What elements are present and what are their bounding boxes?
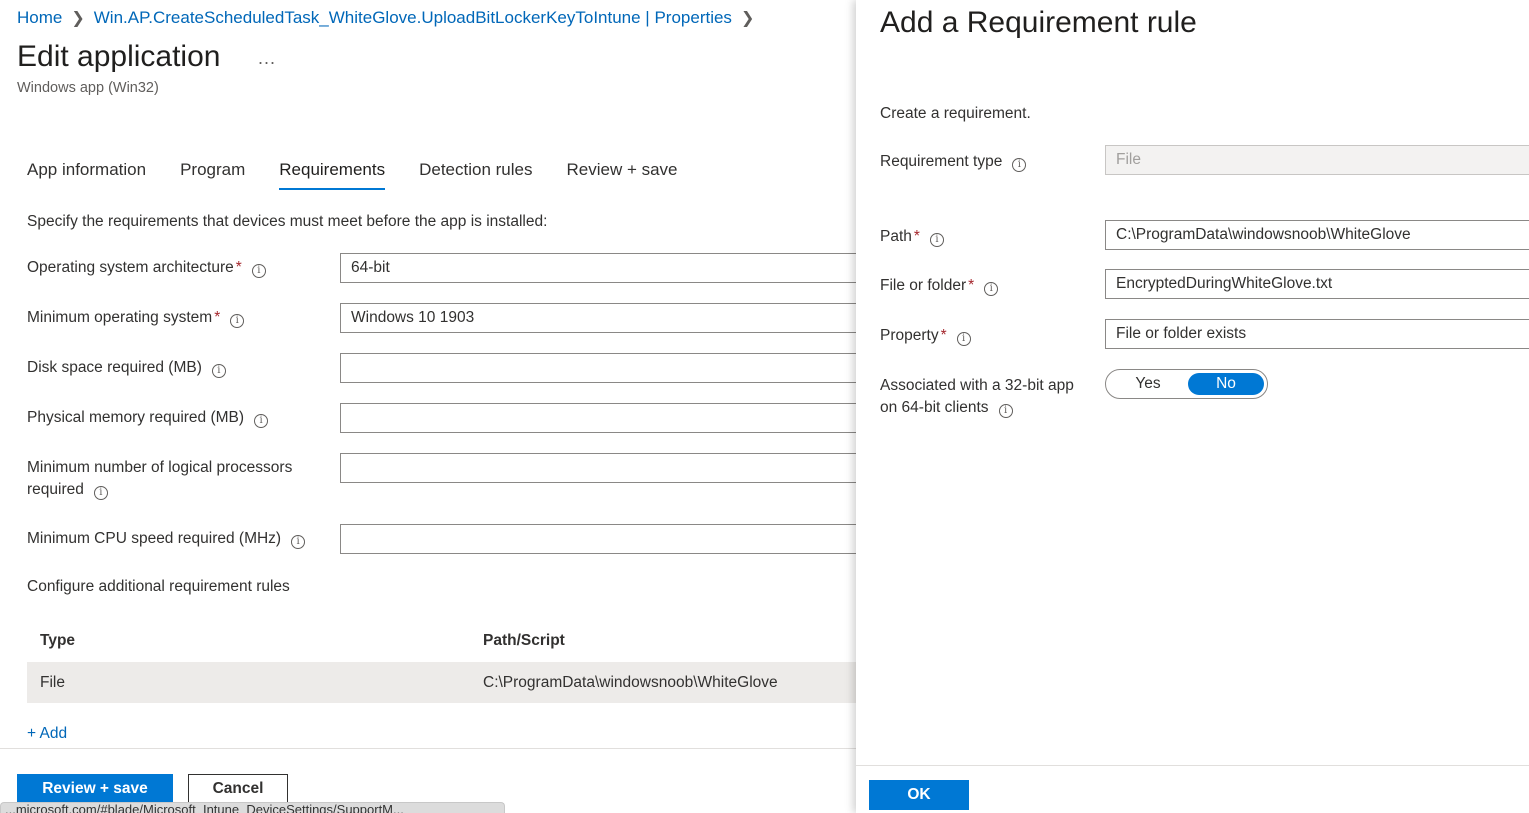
associated-32bit-label-line2: on 64-bit clients [880,399,989,416]
file-or-folder-label: File or folder * i [880,275,999,297]
info-icon[interactable]: i [1012,158,1027,172]
toggle-no-option[interactable]: No [1188,373,1264,395]
info-icon[interactable]: i [984,282,999,296]
info-icon[interactable]: i [291,535,306,549]
os-architecture-label-text: Operating system architecture [27,259,234,276]
info-icon[interactable]: i [929,233,944,247]
info-icon[interactable]: i [251,264,266,278]
tab-detection-rules[interactable]: Detection rules [419,160,532,188]
requirements-intro: Specify the requirements that devices mu… [27,213,548,230]
path-label-text: Path [880,228,912,245]
physical-memory-row: Physical memory required (MB) i [27,403,870,433]
property-dropdown[interactable]: File or folder exists [1105,319,1529,349]
logical-processors-row: Minimum number of logical processors req… [27,453,870,503]
minimum-os-dropdown[interactable]: Windows 10 1903 [340,303,870,333]
ok-button[interactable]: OK [869,780,969,810]
path-label: Path * i [880,226,944,248]
tab-review-save[interactable]: Review + save [566,160,677,188]
os-architecture-label: Operating system architecture * i [27,257,266,279]
toggle-yes-option[interactable]: Yes [1110,373,1186,395]
add-rule-link[interactable]: + Add [27,725,67,743]
os-architecture-dropdown[interactable]: 64-bit [340,253,870,283]
chevron-right-icon: ❯ [740,10,755,27]
panel-footer-divider [856,765,1529,766]
cpu-speed-row: Minimum CPU speed required (MHz) i [27,524,870,554]
associated-32bit-label-line1: Associated with a 32-bit app [880,377,1074,394]
footer-divider [0,748,856,749]
page-title: Edit application [17,40,221,73]
column-header-type[interactable]: Type [40,632,75,650]
breadcrumb-app-link[interactable]: Win.AP.CreateScheduledTask_WhiteGlove.Up… [94,8,732,28]
tab-app-information[interactable]: App information [27,160,146,188]
browser-status-bar: ...microsoft.com/#blade/Microsoft_Intune… [0,802,505,813]
required-marker: * [968,277,975,294]
tab-requirements[interactable]: Requirements [279,160,385,190]
logical-processors-label: Minimum number of logical processors req… [27,457,292,501]
minimum-os-row: Minimum operating system * i Windows 10 19… [27,303,870,333]
column-header-path[interactable]: Path/Script [483,632,565,650]
page-subtitle: Windows app (Win32) [17,80,159,96]
requirement-rule-panel: Add a Requirement rule Create a requirem… [856,0,1529,813]
disk-space-input[interactable] [340,353,870,383]
os-architecture-row: Operating system architecture * i 64-bit [27,253,870,283]
requirement-type-label-text: Requirement type [880,153,1003,170]
rule-path-cell: C:\ProgramData\windowsnoob\WhiteGlove [483,674,778,691]
edit-application-page: Home ❯ Win.AP.CreateScheduledTask_WhiteG… [0,0,870,813]
path-input[interactable]: C:\ProgramData\windowsnoob\WhiteGlove [1105,220,1529,250]
app-root: Home ❯ Win.AP.CreateScheduledTask_WhiteG… [0,0,1529,813]
minimum-os-label: Minimum operating system * i [27,307,245,329]
info-icon[interactable]: i [93,486,108,500]
rules-table-header: Type Path/Script [27,622,856,662]
physical-memory-label-text: Physical memory required (MB) [27,409,245,426]
logical-processors-input[interactable] [340,453,870,483]
minimum-os-label-text: Minimum operating system [27,309,213,326]
logical-processors-label-line1: Minimum number of logical processors [27,459,293,476]
required-marker: * [940,327,947,344]
more-icon[interactable]: ... [258,48,276,69]
info-icon[interactable]: i [956,332,971,346]
additional-rules-title: Configure additional requirement rules [27,578,290,595]
physical-memory-label: Physical memory required (MB) i [27,407,269,429]
table-row[interactable]: File C:\ProgramData\windowsnoob\WhiteGlo… [27,662,856,703]
property-label-text: Property [880,327,939,344]
associated-32bit-label: Associated with a 32-bit app on 64-bit c… [880,375,1074,419]
required-marker: * [235,259,242,276]
info-icon[interactable]: i [998,404,1013,418]
panel-description: Create a requirement. [880,105,1031,122]
required-marker: * [214,309,221,326]
cpu-speed-label-text: Minimum CPU speed required (MHz) [27,530,282,547]
panel-title: Add a Requirement rule [880,6,1197,39]
requirement-type-dropdown: File [1105,145,1529,175]
disk-space-label: Disk space required (MB) i [27,357,226,379]
cpu-speed-label: Minimum CPU speed required (MHz) i [27,528,306,550]
property-label: Property * i [880,325,971,347]
rule-type-cell: File [40,674,65,691]
breadcrumb-home-link[interactable]: Home [17,8,62,28]
associated-32bit-toggle[interactable]: Yes No [1105,369,1268,399]
file-or-folder-label-text: File or folder [880,277,967,294]
info-icon[interactable]: i [230,314,245,328]
tab-bar: App information Program Requirements Det… [27,160,712,190]
logical-processors-label-line2: required [27,481,84,498]
tab-program[interactable]: Program [180,160,245,188]
physical-memory-input[interactable] [340,403,870,433]
chevron-right-icon: ❯ [71,10,85,27]
breadcrumb: Home ❯ Win.AP.CreateScheduledTask_WhiteG… [17,8,763,28]
file-or-folder-input[interactable]: EncryptedDuringWhiteGlove.txt [1105,269,1529,299]
requirement-type-label: Requirement type i [880,151,1027,173]
info-icon[interactable]: i [211,364,226,378]
disk-space-label-text: Disk space required (MB) [27,359,202,376]
required-marker: * [913,228,920,245]
disk-space-row: Disk space required (MB) i [27,353,870,383]
info-icon[interactable]: i [254,414,269,428]
cpu-speed-input[interactable] [340,524,870,554]
